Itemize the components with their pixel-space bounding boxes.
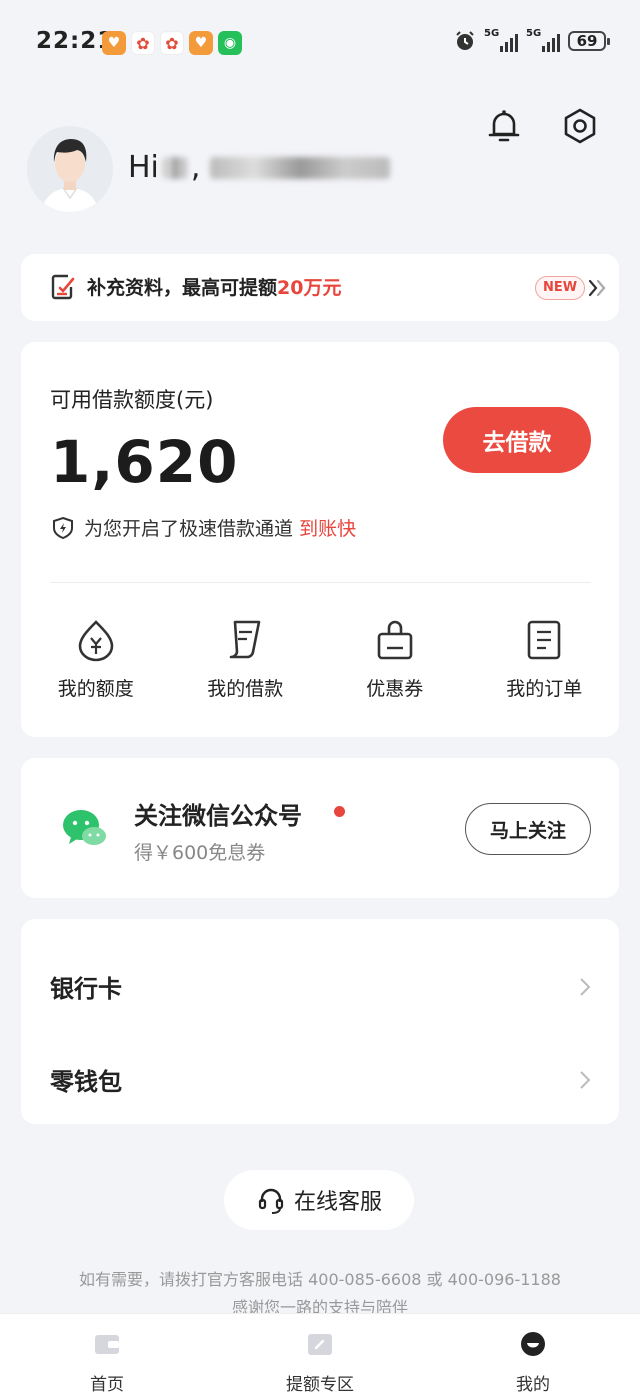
banner-text-prefix: 补充资料，最高可提额 — [87, 277, 278, 299]
double-chevron-right-icon — [588, 279, 606, 297]
banner-text: 补充资料，最高可提额20万元 — [87, 273, 341, 300]
new-badge: NEW — [535, 276, 586, 300]
quick-action-credit[interactable]: 我的额度 — [21, 618, 171, 701]
credit-card: 可用借款额度(元) 1,620 去借款 为您开启了极速借款通道 到账快 我的额度… — [21, 342, 619, 737]
divider — [50, 582, 591, 583]
wechat-follow-card: 关注微信公众号 得￥600免息券 马上关注 — [21, 758, 619, 898]
settings-icon[interactable] — [560, 106, 600, 146]
notification-icons: ♥ ✿ ✿ ♥ ◉ — [102, 31, 242, 55]
menu-item-wallet[interactable]: 零钱包 — [21, 1024, 619, 1114]
quick-action-coupons[interactable]: 优惠券 — [320, 618, 470, 701]
quick-action-orders[interactable]: 我的订单 — [470, 618, 620, 701]
chevron-right-icon — [580, 1071, 591, 1089]
quick-actions: 我的额度 我的借款 优惠券 我的订单 — [21, 618, 619, 701]
account-menu: 银行卡 零钱包 — [21, 919, 619, 1124]
coupon-bag-icon — [377, 620, 413, 660]
menu-item-label: 银行卡 — [50, 975, 122, 1003]
quick-action-loans[interactable]: 我的借款 — [171, 618, 321, 701]
fast-channel-highlight: 到账快 — [299, 518, 357, 540]
wechat-title: 关注微信公众号 — [134, 802, 302, 830]
boost-card-icon — [308, 1334, 332, 1355]
order-list-icon — [527, 620, 561, 660]
shield-lightning-icon — [53, 516, 73, 539]
wallet-icon — [95, 1335, 119, 1354]
online-service-label: 在线客服 — [293, 1190, 382, 1215]
heart-app-icon: ♥ — [189, 31, 213, 55]
banner-amount: 20万元 — [277, 277, 342, 299]
chevron-right-icon — [580, 978, 591, 996]
signal-icon: 5G — [484, 28, 518, 52]
quick-action-label: 我的借款 — [207, 678, 284, 700]
nav-label: 提额专区 — [286, 1375, 354, 1395]
credit-amount: 1,620 — [50, 428, 239, 496]
alarm-icon — [456, 31, 474, 50]
unread-dot — [334, 806, 345, 817]
masked-username — [162, 156, 187, 179]
fast-channel-row: 为您开启了极速借款通道 到账快 — [52, 514, 356, 541]
credit-label: 可用借款额度(元) — [50, 388, 214, 412]
quick-action-label: 我的订单 — [506, 678, 583, 700]
hotline-line: 如有需要，请拨打官方客服电话 400-085-6608 或 400-096-11… — [79, 1270, 561, 1289]
masked-phone — [210, 156, 391, 179]
supplement-info-banner[interactable]: 补充资料，最高可提额20万元 NEW — [21, 254, 619, 321]
borrow-button[interactable]: 去借款 — [443, 407, 591, 473]
greeting-comma: , — [190, 150, 201, 185]
online-service-button[interactable]: 在线客服 — [224, 1170, 414, 1230]
menu-item-label: 零钱包 — [50, 1068, 122, 1096]
edit-document-icon — [51, 274, 75, 300]
colorful-app-icon: ✿ — [160, 31, 184, 55]
credit-drop-icon — [78, 620, 114, 662]
colorful-app-icon: ✿ — [131, 31, 155, 55]
bottom-nav: 首页 提额专区 我的 — [0, 1313, 640, 1400]
bell-icon[interactable] — [484, 106, 524, 146]
heart-app-icon: ♥ — [102, 31, 126, 55]
wechat-subtitle: 得￥600免息券 — [134, 842, 266, 864]
battery-icon: 69 — [568, 31, 610, 51]
nav-mine[interactable]: 我的 — [483, 1330, 583, 1395]
nav-label: 首页 — [90, 1375, 124, 1395]
quick-action-label: 优惠券 — [366, 678, 424, 700]
wechat-notification-icon: ◉ — [218, 31, 242, 55]
status-indicators: 5G 5G 69 — [454, 28, 610, 52]
nav-label: 我的 — [516, 1375, 550, 1395]
smile-profile-icon — [521, 1332, 545, 1356]
greeting-label: Hi — [128, 150, 159, 185]
nav-home[interactable]: 首页 — [57, 1330, 157, 1395]
menu-item-bank-card[interactable]: 银行卡 — [21, 931, 619, 1021]
status-bar: 22:21 ♥ ✿ ✿ ♥ ◉ 5G 5G 69 — [0, 0, 640, 86]
wechat-icon — [63, 810, 106, 845]
loan-document-icon — [229, 620, 261, 659]
headset-icon — [258, 1188, 284, 1214]
follow-button[interactable]: 马上关注 — [465, 803, 591, 855]
nav-credit-boost[interactable]: 提额专区 — [270, 1330, 370, 1395]
avatar[interactable] — [27, 126, 113, 212]
quick-action-label: 我的额度 — [57, 678, 134, 700]
greeting: Hi , — [128, 150, 391, 185]
signal-icon: 5G — [526, 28, 560, 52]
fast-channel-text: 为您开启了极速借款通道 — [84, 518, 294, 540]
